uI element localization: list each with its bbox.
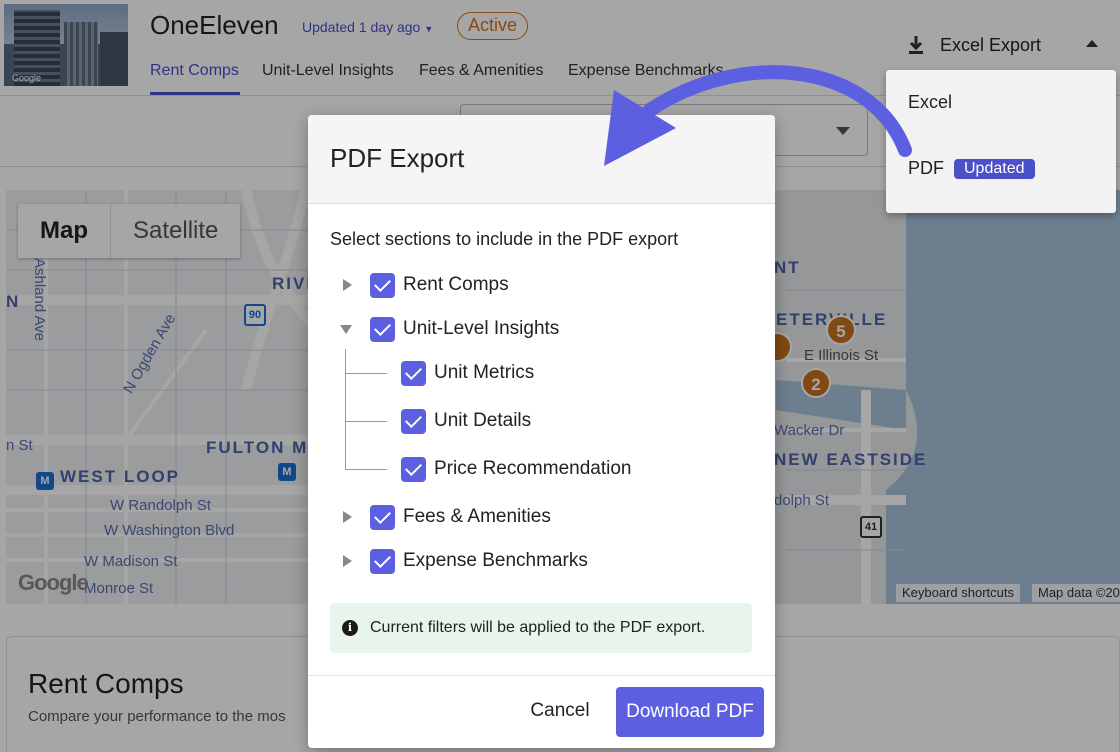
info-notice: i Current filters will be applied to the… [330,603,752,653]
pdf-export-modal: PDF Export Select sections to include in… [308,115,775,748]
section-label: Fees & Amenities [403,506,551,527]
subsection-label: Price Recommendation [434,458,632,479]
modal-title: PDF Export [330,143,465,173]
subsection-row-unit-details: Unit Details [401,408,531,434]
tree-branch [345,373,387,374]
modal-footer-divider [308,675,775,676]
subsection-label: Unit Metrics [434,362,535,383]
tree-line [345,349,346,469]
checkbox-price-recommendation[interactable] [401,456,426,482]
export-menu-item-pdf-label: PDF [908,158,944,178]
subsection-row-unit-metrics: Unit Metrics [401,360,534,386]
tree-branch [345,469,387,470]
subsection-label: Unit Details [434,410,532,431]
chevron-right-icon[interactable] [340,510,354,524]
checkbox-rent-comps[interactable] [370,272,395,298]
modal-description: Select sections to include in the PDF ex… [330,229,679,249]
download-pdf-button[interactable]: Download PDF [616,687,764,737]
section-label: Expense Benchmarks [403,550,588,571]
chevron-right-icon[interactable] [340,554,354,568]
modal-header: PDF Export [308,115,775,204]
section-label: Rent Comps [403,274,509,295]
export-menu-item-pdf[interactable]: PDF Updated [908,158,1035,179]
cancel-button[interactable]: Cancel [520,687,600,735]
export-menu-item-excel[interactable]: Excel [908,92,952,113]
updated-badge: Updated [954,159,1035,179]
checkbox-fees-amenities[interactable] [370,504,395,530]
chevron-down-icon[interactable] [340,322,354,336]
subsection-row-price-recommendation: Price Recommendation [401,456,631,482]
checkbox-expense-benchmarks[interactable] [370,548,395,574]
info-text: Current filters will be applied to the P… [370,619,706,636]
section-row-expense-benchmarks: Expense Benchmarks [340,548,588,574]
section-row-rent-comps: Rent Comps [340,272,509,298]
checkbox-unit-metrics[interactable] [401,360,426,386]
checkbox-unit-level-insights[interactable] [370,316,395,342]
info-icon: i [342,620,358,636]
section-label: Unit-Level Insights [403,318,560,339]
tree-branch [345,421,387,422]
section-row-unit-level-insights: Unit-Level Insights [340,316,559,342]
chevron-right-icon[interactable] [340,278,354,292]
export-menu: Excel PDF Updated [886,70,1116,213]
checkbox-unit-details[interactable] [401,408,426,434]
section-row-fees-amenities: Fees & Amenities [340,504,551,530]
